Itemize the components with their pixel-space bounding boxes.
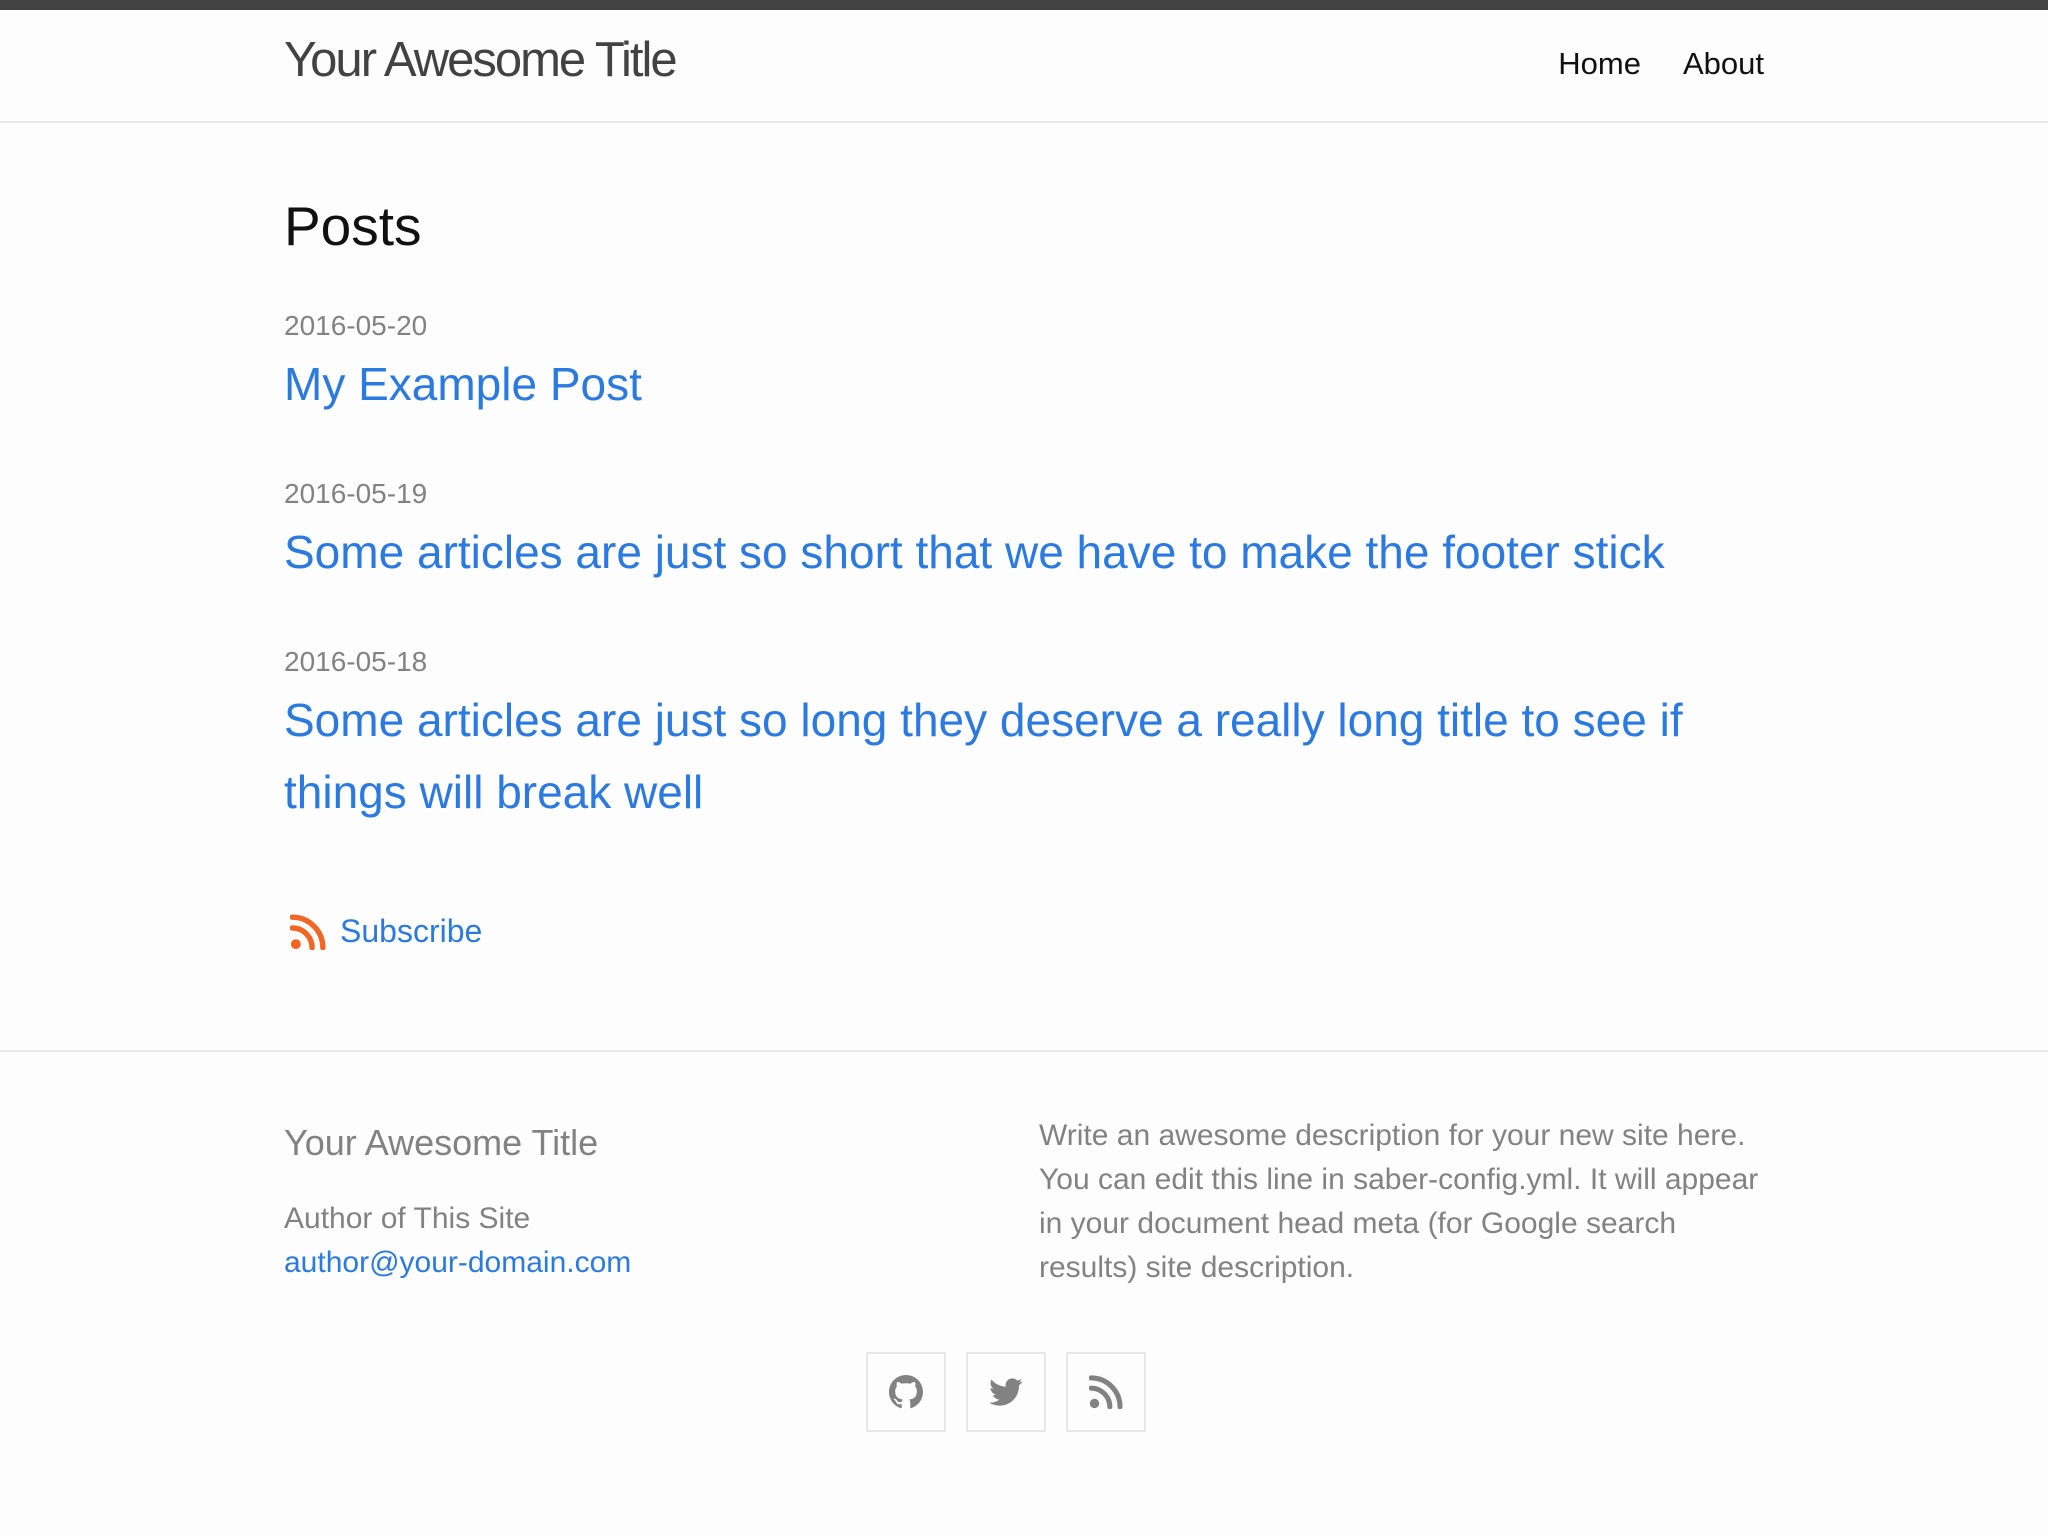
footer-author: Author of This Site bbox=[284, 1202, 531, 1235]
subscribe-label: Subscribe bbox=[340, 913, 483, 949]
rss-icon bbox=[290, 913, 326, 950]
footer-email-link[interactable]: author@your-domain.com bbox=[284, 1246, 631, 1280]
site-header: Your Awesome Title Home About bbox=[0, 10, 2048, 123]
site-footer: Your Awesome Title Author of This Site a… bbox=[0, 1050, 2048, 1536]
post-date: 2016-05-20 bbox=[284, 310, 428, 341]
social-links bbox=[866, 1352, 1146, 1432]
rss-icon bbox=[1089, 1375, 1123, 1409]
github-button[interactable] bbox=[866, 1352, 946, 1432]
footer-site-title: Your Awesome Title bbox=[284, 1122, 599, 1163]
post-list-item: 2016-05-19 Some articles are just so sho… bbox=[284, 474, 1764, 588]
footer-description: Write an awesome description for your ne… bbox=[1039, 1119, 1759, 1284]
top-accent-bar bbox=[0, 0, 2048, 10]
rss-button[interactable] bbox=[1066, 1352, 1146, 1432]
github-icon bbox=[889, 1375, 923, 1409]
post-date: 2016-05-19 bbox=[284, 478, 428, 509]
nav-link-home[interactable]: Home bbox=[1558, 46, 1641, 82]
site-title-link[interactable]: Your Awesome Title bbox=[284, 32, 678, 88]
page-heading: Posts bbox=[284, 195, 422, 257]
post-date: 2016-05-18 bbox=[284, 646, 428, 677]
site-nav: Home About bbox=[1558, 46, 1764, 82]
post-title-link[interactable]: My Example Post bbox=[284, 348, 1764, 420]
twitter-icon bbox=[989, 1378, 1023, 1406]
subscribe-link[interactable]: Subscribe bbox=[284, 913, 482, 950]
nav-link-about[interactable]: About bbox=[1683, 46, 1764, 82]
post-list: 2016-05-20 My Example Post 2016-05-19 So… bbox=[284, 306, 1764, 882]
twitter-button[interactable] bbox=[966, 1352, 1046, 1432]
post-title-link[interactable]: Some articles are just so short that we … bbox=[284, 516, 1764, 588]
post-list-item: 2016-05-20 My Example Post bbox=[284, 306, 1764, 420]
post-title-link[interactable]: Some articles are just so long they dese… bbox=[284, 684, 1764, 828]
post-list-item: 2016-05-18 Some articles are just so lon… bbox=[284, 642, 1764, 828]
